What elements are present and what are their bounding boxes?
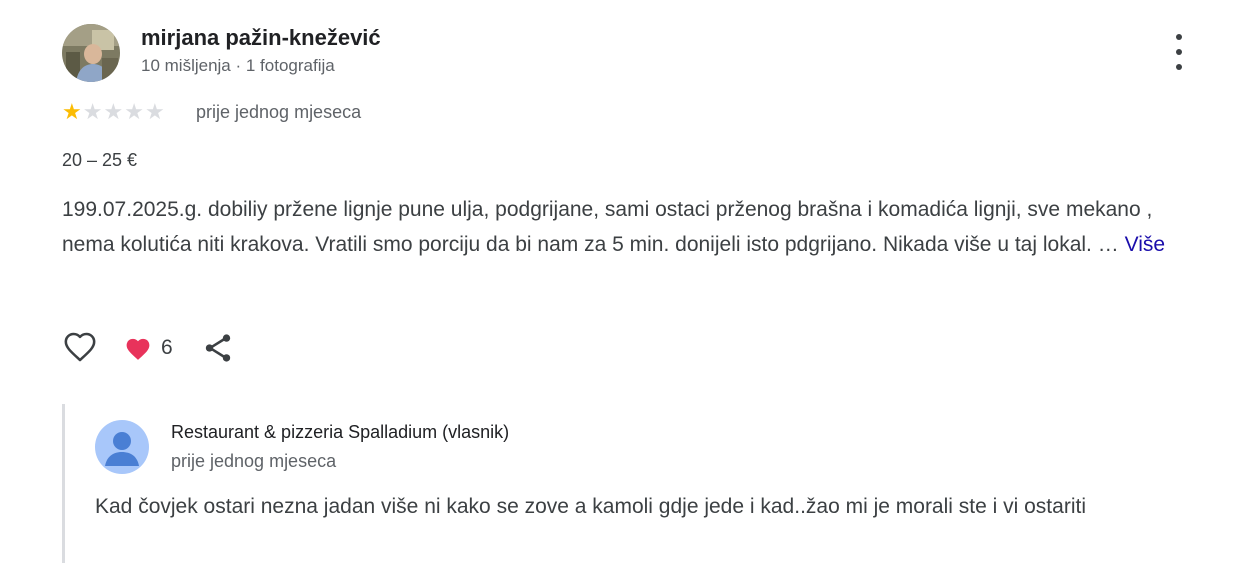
review-card: mirjana pažin-knežević 10 mišljenja · 1 … <box>0 0 1235 563</box>
person-icon <box>95 420 149 474</box>
star-icon: ★ <box>124 99 144 124</box>
owner-reply-text: Kad čovjek ostari nezna jadan više ni ka… <box>95 495 1086 518</box>
reply-divider <box>62 404 65 563</box>
owner-reply-date: prije jednog mjeseca <box>171 451 337 471</box>
reviewer-avatar[interactable] <box>62 24 120 82</box>
review-date: prije jednog mjeseca <box>196 102 362 122</box>
star-icon: ★ <box>144 99 165 124</box>
reviewer-name[interactable]: mirjana pažin-knežević <box>141 25 381 51</box>
star-icon: ★ <box>82 99 103 124</box>
more-vert-icon <box>1176 34 1182 40</box>
more-vert-icon-dot <box>1176 64 1182 70</box>
owner-name: Restaurant & pizzeria Spalladium (vlasni… <box>171 422 510 442</box>
review-text: 199.07.2025.g. dobiliy pržene lignje pun… <box>62 192 1192 262</box>
reaction-count: 6 <box>161 336 173 359</box>
more-options-button[interactable] <box>1166 34 1192 70</box>
star-icon: ★ <box>103 99 124 124</box>
like-button[interactable] <box>62 331 98 365</box>
owner-avatar <box>95 420 149 474</box>
price-range: 20 – 25 € <box>62 150 138 170</box>
share-icon <box>205 334 231 362</box>
read-more-link[interactable]: Više <box>1125 233 1165 256</box>
more-vert-icon-dot <box>1176 49 1182 55</box>
star-icon: ★ <box>62 99 82 124</box>
reviewer-meta: 10 mišljenja · 1 fotografija <box>141 56 335 75</box>
heart-outline-icon <box>64 332 96 362</box>
heart-filled-icon <box>125 337 151 361</box>
star-rating: ★ ★ ★ ★ ★ <box>62 100 165 124</box>
share-button[interactable] <box>201 331 235 365</box>
review-body: 199.07.2025.g. dobiliy pržene lignje pun… <box>62 198 1153 256</box>
reviewer-photo <box>62 24 120 82</box>
